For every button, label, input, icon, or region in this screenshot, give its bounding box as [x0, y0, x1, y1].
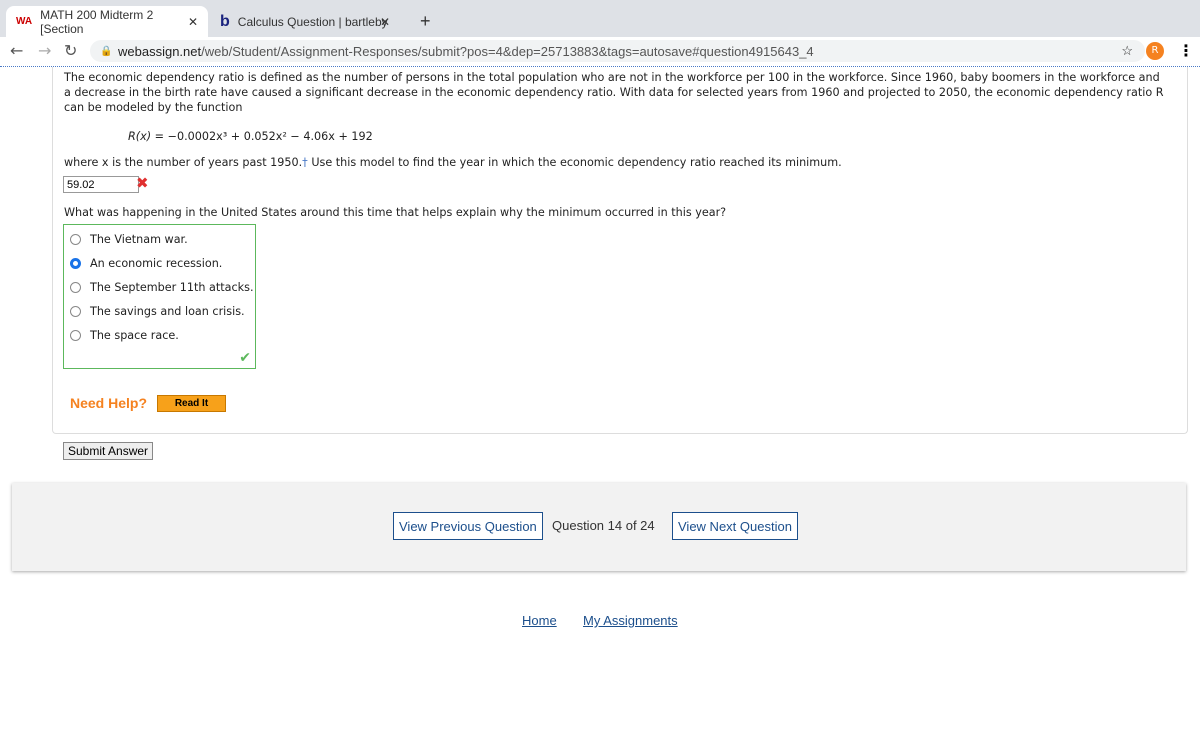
choice-list: The Vietnam war. An economic recession. …	[63, 224, 256, 369]
choice-sept11[interactable]: The September 11th attacks.	[70, 281, 254, 294]
back-icon[interactable]: ←	[10, 41, 23, 60]
close-tab-icon[interactable]: ✕	[188, 15, 198, 29]
choice-recession[interactable]: An economic recession.	[70, 257, 222, 270]
url-host: webassign.net	[118, 43, 202, 59]
radio-button[interactable]	[70, 306, 81, 317]
bartleby-icon: b	[220, 12, 230, 30]
question-navigation: View Previous Question Question 14 of 24…	[12, 483, 1186, 571]
reload-icon[interactable]: ↻	[64, 41, 77, 60]
url-path: /web/Student/Assignment-Responses/submit…	[201, 43, 814, 59]
answer-input[interactable]	[63, 176, 139, 193]
formula: R(x) = −0.0002x³ + 0.052x² − 4.06x + 192	[128, 130, 373, 143]
tab-label: MATH 200 Midterm 2 [Section	[40, 7, 154, 36]
view-previous-question-button[interactable]: View Previous Question	[393, 512, 543, 540]
radio-button-selected[interactable]	[70, 258, 81, 269]
prompt-2: What was happening in the United States …	[64, 206, 727, 219]
radio-button[interactable]	[70, 282, 81, 293]
new-tab-button[interactable]: +	[410, 6, 441, 37]
tab-label: Calculus Question | bartleby	[237, 14, 388, 29]
forward-icon[interactable]: →	[38, 41, 51, 60]
close-tab-icon[interactable]: ✕	[380, 15, 390, 29]
choice-space-race[interactable]: The space race.	[70, 329, 179, 342]
incorrect-x-icon: ✖	[136, 174, 149, 192]
home-link[interactable]: Home	[522, 613, 557, 628]
address-bar[interactable]: 🔒 webassign.net/web/Student/Assignment-Re…	[90, 40, 1145, 62]
webassign-icon: WA	[16, 16, 33, 27]
tab-bar: WA MATH 200 Midterm 2 [Section ✕ b Calculus…	[0, 0, 1200, 37]
tab-bartleby[interactable]: b Calculus Question | bartleby ✕	[210, 6, 400, 37]
radio-button[interactable]	[70, 234, 81, 245]
question-intro: The economic dependency ratio is defined…	[64, 71, 1164, 114]
view-next-question-button[interactable]: View Next Question	[672, 512, 798, 540]
question-position: Question 14 of 24	[552, 518, 655, 533]
menu-icon[interactable]: ⋮	[1178, 41, 1194, 60]
my-assignments-link[interactable]: My Assignments	[583, 613, 678, 628]
read-it-button[interactable]: Read It	[157, 395, 226, 412]
star-icon[interactable]: ☆	[1121, 43, 1133, 59]
submit-answer-button[interactable]: Submit Answer	[63, 442, 154, 460]
choice-vietnam[interactable]: The Vietnam war.	[70, 233, 188, 246]
radio-button[interactable]	[70, 330, 81, 341]
prompt-1: where x is the number of years past 1950…	[64, 156, 842, 169]
choice-savings-loan[interactable]: The savings and loan crisis.	[70, 305, 245, 318]
lock-icon: 🔒	[100, 45, 113, 57]
tab-webassign[interactable]: WA MATH 200 Midterm 2 [Section ✕	[6, 6, 208, 37]
profile-avatar[interactable]: R	[1146, 42, 1164, 60]
need-help-label: Need Help?	[70, 395, 148, 411]
correct-check-icon: ✔	[239, 350, 251, 366]
